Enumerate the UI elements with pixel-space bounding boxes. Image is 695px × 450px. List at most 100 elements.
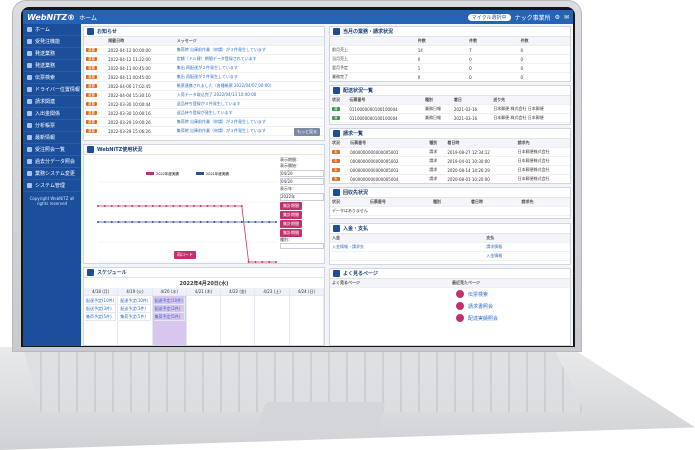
table-row[interactable]: 未 0000000000000005001 請求 2019-08-27 12:34:1… <box>330 147 570 157</box>
payment-link-out-1[interactable]: 請求情報 <box>484 242 570 252</box>
notice-message[interactable]: 集荷時 出庫前作業（申請）が２件発生しています <box>174 117 324 127</box>
day-cell[interactable]: 配達予定(10件) 配送予定(3件) 集荷予定(5件) <box>84 296 119 345</box>
table-row[interactable]: 未 0000000000000005003 請求 2020-08-14 14:26:2… <box>330 165 570 175</box>
sidebar-item-2[interactable]: 発送業務 <box>23 48 81 60</box>
notice-row[interactable]: 重要 2022-04-11 00:45:00 集出 再配達が２件発生しています <box>84 63 324 73</box>
day-cell[interactable]: 配達予定(10件) 配送予定(3件) 集荷予定(5件) <box>118 296 153 345</box>
end-field[interactable]: 04/20 <box>280 178 324 185</box>
notice-message[interactable]: 定額（ドル建）期間データ登録されています <box>174 54 324 64</box>
event-item[interactable]: 集荷予定(5件) <box>85 313 117 321</box>
favorite-link[interactable]: 伝票検索 <box>450 288 570 300</box>
table-row[interactable]: 未0000000000000005005請求2020-10-29 15:39:1… <box>330 184 570 185</box>
payment-link-in[interactable]: 入金情報・請求先 <box>330 242 485 252</box>
notice-row[interactable]: 重要 2022-03-30 10:00:44 返品待ち登録が３件発生しています <box>84 99 324 109</box>
more-button[interactable]: もっと見る <box>294 128 320 136</box>
table-row[interactable]: 未 0000000000000005004 請求 2020-08-01 10:20:0… <box>330 174 570 183</box>
data-point <box>165 205 168 207</box>
summary-title: 当月の業務・請求状況 <box>343 29 394 35</box>
col-header: 着日時 <box>445 139 516 148</box>
notice-message[interactable]: 集荷時 出庫前作業（申請）が３件発生しています <box>174 45 324 55</box>
notice-row[interactable]: 重要 2022-03-29 15:06:26 集荷時 出庫前作業（申請）が３件発生し… <box>84 126 324 136</box>
event-item[interactable]: 配送予定(3件) <box>119 305 151 313</box>
sidebar-item-11[interactable]: 過去分データ照会 <box>23 156 81 168</box>
table-row[interactable]: 済 0110000000100100004 業務日報 2021-03-16 日本郵便 株… <box>330 113 570 123</box>
notice-row[interactable]: 重要 2022-04-11 00:45:00 集出 再配達が２件発生しています <box>84 72 324 82</box>
sidebar-item-1[interactable]: 受発注機能 <box>23 36 81 48</box>
data-point <box>192 221 195 223</box>
sidebar-item-5[interactable]: ドライバー位置情報 <box>23 84 81 96</box>
favorite-label: 請求書照会 <box>468 303 494 310</box>
col-header: 種別 <box>422 96 452 105</box>
day-header[interactable]: 4/23 (土) <box>255 288 290 296</box>
event-item[interactable]: 配送予定(3件) <box>85 305 117 313</box>
day-header[interactable]: 4/21 (木) <box>186 288 222 296</box>
usage-controls: 表示期間： 表示開始： 04/20 04/20 表示年： 2022年 集計期間 … <box>280 157 324 249</box>
notice-row[interactable]: 重要 2022-04-04 15:30:10 入荷データ取込完了 2022/04/1… <box>84 90 324 100</box>
year-select[interactable]: 2022年 <box>280 193 324 201</box>
sidebar-item-12[interactable]: 業務システム変更 <box>23 168 81 180</box>
notice-message[interactable]: 集出 再配達が２件発生しています <box>174 72 324 82</box>
notice-message[interactable]: 入荷データ取込完了 2022/04/13 10:00:00 <box>174 90 324 100</box>
day-cell[interactable] <box>221 296 256 345</box>
sidebar-item-13[interactable]: システム管理 <box>23 180 81 192</box>
event-item[interactable]: 集荷予定(5件) <box>119 313 151 321</box>
event-item[interactable]: 配送予定(3件) <box>153 305 185 313</box>
day-cell[interactable] <box>255 296 290 345</box>
period-button-3[interactable]: 集計期間 <box>280 220 302 228</box>
favorite-link[interactable]: 配達実績照会 <box>450 312 570 324</box>
day-header[interactable]: 4/24 (日) <box>289 288 324 296</box>
period-button-4[interactable]: 集計期間 <box>280 229 302 237</box>
notice-message[interactable]: 返品待ち登録が発生しています <box>174 108 324 118</box>
settings-icon[interactable]: ⚙ <box>555 14 560 21</box>
menu-icon <box>27 75 32 80</box>
notice-row[interactable]: 重要 2022-04-12 11:22:00 定額（ドル建）期間データ登録されていま… <box>84 54 324 64</box>
day-header[interactable]: 4/20 (水) <box>152 288 187 296</box>
type-select[interactable] <box>280 243 324 249</box>
data-point <box>247 221 250 223</box>
day-cell[interactable] <box>187 296 222 345</box>
event-item[interactable]: 配達予定(10件) <box>153 297 185 305</box>
notice-row[interactable]: 重要 2022-04-12 00:00:00 集荷時 出庫前作業（申請）が３件発生し… <box>84 45 324 55</box>
table-row[interactable]: 済 0110000000100100004 業務日報 2021-03-16 日本郵便 株… <box>330 104 570 114</box>
favorite-link[interactable]: 請求書照会 <box>450 300 570 312</box>
notice-message[interactable]: 返品待ち登録が３件発生しています <box>174 99 324 109</box>
sidebar-item-8[interactable]: 分析帳票 <box>23 120 81 132</box>
notification-icon[interactable]: ✉ <box>564 14 569 21</box>
event-item[interactable]: 配達予定(10件) <box>85 297 117 305</box>
sidebar-item-6[interactable]: 請求関連 <box>23 96 81 108</box>
account-selector[interactable]: マイクル選択中 <box>467 13 511 21</box>
notice-row[interactable]: 重要 2022-03-30 10:00:16 返品待ち登録が発生しています <box>84 108 324 118</box>
notice-row[interactable]: 重要 2022-03-29 19:00:26 集荷時 出庫前作業（申請）が２件発生し… <box>84 117 324 127</box>
notice-message[interactable]: 集出 再配達が２件発生しています <box>174 63 324 73</box>
reload-button[interactable]: 再ロード <box>174 251 196 259</box>
period-button-2[interactable]: 集計期間 <box>280 211 302 219</box>
sidebar-item-label: 発送業務 <box>35 51 56 57</box>
sidebar-item-0[interactable]: ホーム <box>23 24 81 36</box>
day-header[interactable]: 4/19 (火) <box>118 288 153 296</box>
status-badge: 未 <box>332 159 340 163</box>
period-button-1[interactable]: 集計期間 <box>280 202 302 210</box>
table-row[interactable]: 未 0000000000000005002 請求 2019-04-01 10:30:0… <box>330 156 570 166</box>
day-cell[interactable] <box>290 296 324 345</box>
data-point <box>220 205 223 207</box>
sidebar-item-10[interactable]: 受注照会一覧 <box>23 144 81 156</box>
sidebar-item-4[interactable]: 伝票検索 <box>23 72 81 84</box>
office-label[interactable]: ナック事業所 <box>515 13 551 22</box>
event-item[interactable]: 配達予定(10件) <box>119 297 151 305</box>
payment-panel: 入金・支払 入金 支払 入金情報・請求先 請求情報 入金情報 <box>329 223 571 265</box>
breadcrumb[interactable]: ホーム <box>79 13 97 22</box>
day-header[interactable]: 4/22 (金) <box>221 288 256 296</box>
priority-badge: 重要 <box>86 129 97 133</box>
day-cell[interactable]: 配達予定(10件) 配送予定(3件) 集荷予定(5件) <box>152 296 187 345</box>
app-logo[interactable]: WebNiTZ® <box>27 13 75 22</box>
sidebar-item-9[interactable]: 最新情報 <box>23 132 81 144</box>
sidebar-item-7[interactable]: 入出金関係 <box>23 108 81 120</box>
sidebar-item-3[interactable]: 発送業務 <box>23 60 81 72</box>
notice-message[interactable]: 帳票連携されました（各種帳票 2022/04/07 00:00） <box>174 81 324 91</box>
start-field[interactable]: 04/20 <box>280 170 324 177</box>
notice-row[interactable]: 重要 2022-04-06 17:02:45 帳票連携されました（各種帳票 2022… <box>84 81 324 91</box>
payment-link-out-2[interactable]: 入金情報 <box>484 251 570 261</box>
day-header[interactable]: 4/18 (月) <box>84 288 119 296</box>
event-item[interactable]: 集荷予定(5件) <box>153 313 185 321</box>
data-point <box>97 221 99 223</box>
